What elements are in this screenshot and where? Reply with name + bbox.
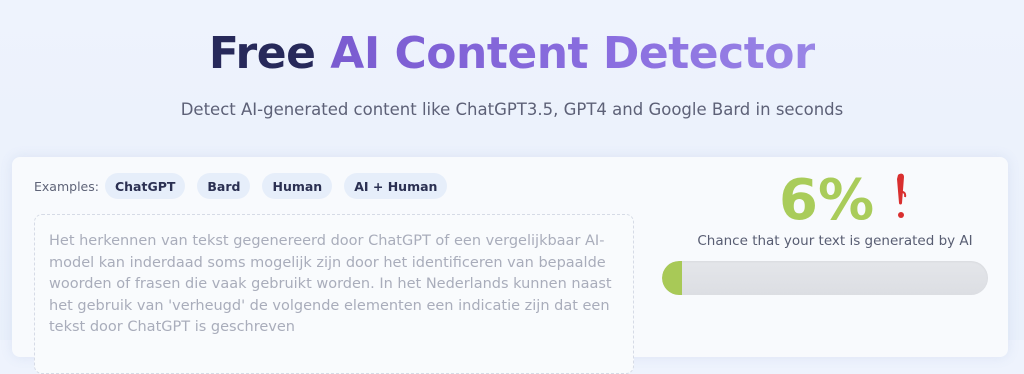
detector-card: Examples: ChatGPT Bard Human AI + Human …: [12, 157, 1008, 374]
example-chip-bard[interactable]: Bard: [197, 173, 251, 199]
red-exclamation-mark-icon: [897, 173, 907, 218]
ai-score-bar: [662, 261, 988, 295]
title-plain: Free: [208, 28, 316, 79]
page-title: Free AI Content Detector: [0, 28, 1024, 79]
page-subtitle: Detect AI-generated content like ChatGPT…: [180, 100, 844, 119]
ai-score-bar-fill: [662, 261, 682, 295]
ai-chance-caption: Chance that your text is generated by AI: [697, 233, 973, 249]
text-input[interactable]: Het herkennen van tekst gegenereerd door…: [34, 214, 634, 374]
examples-label: Examples:: [34, 178, 99, 194]
title-highlight: AI Content Detector: [330, 28, 816, 79]
examples-bar: Examples: ChatGPT Bard Human AI + Human: [34, 173, 459, 199]
ai-score: 6%: [779, 168, 875, 233]
example-chip-chatgpt[interactable]: ChatGPT: [104, 173, 186, 199]
example-chip-ai-human[interactable]: AI + Human: [344, 173, 448, 199]
example-chip-human[interactable]: Human: [262, 173, 333, 199]
